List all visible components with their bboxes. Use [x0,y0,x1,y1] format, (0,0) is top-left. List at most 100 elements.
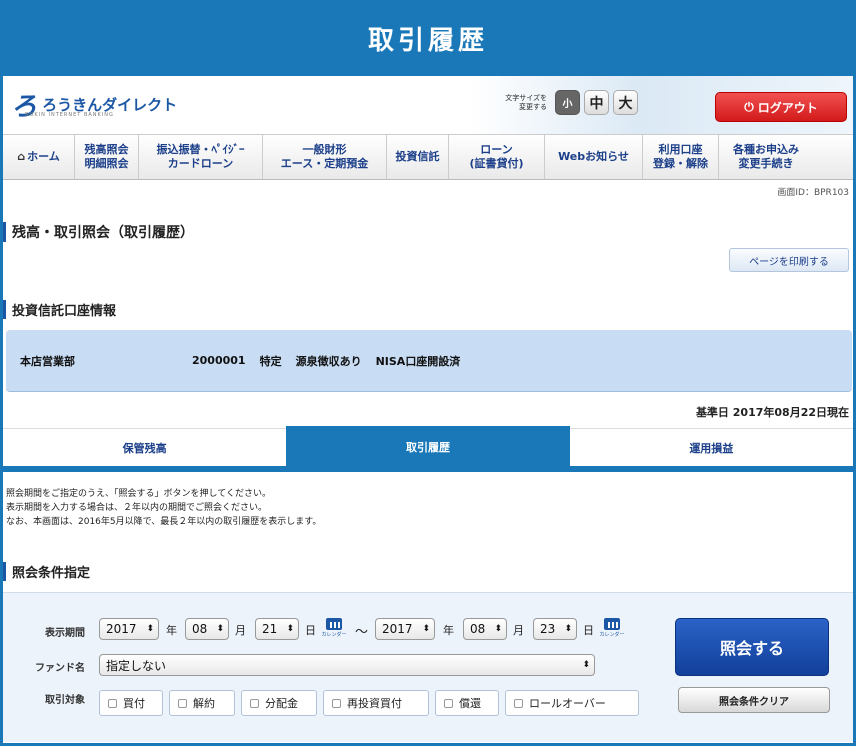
font-size-medium-button[interactable]: 中 [584,90,609,115]
nav-savings[interactable]: 一般財形 エース・定期預金 [263,135,387,179]
select-value: 23 [540,622,556,636]
nav-balance[interactable]: 残高照会 明細照会 [75,135,139,179]
select-arrow-icon: ⬍ [564,624,572,634]
checkbox-box [514,698,523,708]
nav-label: ホーム [27,150,60,163]
unit-month: 月 [513,624,524,637]
font-size-small-button[interactable]: 小 [555,90,580,115]
select-arrow-icon: ⬍ [582,660,590,670]
checkbox-box [444,698,453,708]
unit-day: 日 [583,624,594,637]
font-size-large-button[interactable]: 大 [613,90,638,115]
checkbox-label: 買付 [123,697,145,710]
tab-profit-loss[interactable]: 運用損益 [569,428,853,466]
screen-id: 画面ID：BPR103 [777,188,849,198]
target-checkbox-cancel[interactable]: 解約 [169,690,235,716]
calendar-caption: カレンダー [599,632,625,638]
nav-transfer[interactable]: 振込振替・ﾍﾟｲｼﾞｰ カードローン [139,135,263,179]
select-value: 08 [192,622,208,636]
condition-section-title: 照会条件指定 [3,562,90,581]
calendar-icon [604,618,620,630]
target-checkbox-reinvest[interactable]: 再投資買付 [323,690,429,716]
from-day-select[interactable]: 21 ⬍ [255,618,299,640]
checkbox-label: 分配金 [265,697,298,710]
nav-label: (証書貸付) [469,157,524,170]
account-number: 2000001 [192,354,246,367]
to-day-select[interactable]: 23 ⬍ [533,618,577,640]
nav-loan[interactable]: ローン (証書貸付) [449,135,545,179]
nav-applications[interactable]: 各種お申込み 変更手続き [719,135,813,179]
nav-account-registration[interactable]: 利用口座 登録・解除 [643,135,719,179]
select-arrow-icon: ⬍ [494,624,502,634]
account-branch: 本店営業部 [20,354,75,368]
fund-select[interactable]: 指定しない ⬍ [99,654,595,676]
checkbox-label: 償還 [459,697,481,710]
clear-conditions-button[interactable]: 照会条件クリア [678,687,830,713]
nav-label: ローン [480,143,513,156]
nav-label: 残高照会 [84,143,129,156]
period-separator: 〜 [355,625,369,640]
nav-label: エース・定期預金 [280,157,369,170]
from-year-select[interactable]: 2017 ⬍ [99,618,159,640]
nav-label: 変更手続き [738,157,794,170]
checkbox-box [250,698,259,708]
to-month-select[interactable]: 08 ⬍ [463,618,507,640]
from-month-select[interactable]: 08 ⬍ [185,618,229,640]
select-arrow-icon: ⬍ [286,624,294,634]
select-value: 2017 [106,622,137,636]
nav-web-notice[interactable]: Webお知らせ [545,135,643,179]
target-checkbox-purchase[interactable]: 買付 [99,690,163,716]
account-section-title: 投資信託口座情報 [3,300,116,319]
logout-label: ログアウト [757,100,818,115]
checkbox-label: 再投資買付 [347,697,402,710]
instruction-line: 表示期間を入力する場合は、２年以内の期間でご照会ください。 [6,503,268,513]
calendar-caption: カレンダー [321,632,347,638]
nav-label: 登録・解除 [653,157,708,170]
brand-row: ろ ろうきんダイレクト ROKIN INTERNET BANKING 文字サイズ… [3,76,853,134]
nav-label: 利用口座 [658,143,703,156]
instructions: 照会期間をご指定のうえ、「照会する」ボタンを押してください。 表示期間を入力する… [6,487,321,529]
tab-holdings[interactable]: 保管残高 [3,428,287,466]
base-date: 基準日 2017年08月22日現在 [695,406,849,419]
logout-button[interactable]: ⏻ ログアウト [715,92,847,122]
checkbox-box [108,698,117,708]
target-checkbox-dividend[interactable]: 分配金 [241,690,317,716]
main-nav: ⌂ ホーム 残高照会 明細照会 振込振替・ﾍﾟｲｼﾞｰ カードローン 一般財形 エース… [3,134,853,180]
font-size-label: 文字サイズを 変更する [485,94,547,112]
font-size-label-line1: 文字サイズを [505,93,547,102]
top-title: 取引履歴 [367,25,488,56]
home-icon: ⌂ [17,150,26,163]
to-year-select[interactable]: 2017 ⬍ [375,618,435,640]
unit-year: 年 [443,624,454,637]
search-button[interactable]: 照会する [675,618,829,676]
unit-day: 日 [305,624,316,637]
select-value: 08 [470,622,486,636]
select-value: 2017 [382,622,413,636]
checkbox-label: 解約 [193,697,215,710]
target-checkbox-rollover[interactable]: ロールオーバー [505,690,639,716]
tab-history[interactable]: 取引履歴 [286,426,570,466]
nav-label: 明細照会 [84,157,129,170]
nav-label: Webお知らせ [558,150,629,163]
nav-home[interactable]: ⌂ ホーム [3,135,75,179]
unit-year: 年 [166,624,177,637]
account-type: 特定 [259,354,282,368]
target-checkbox-redemption[interactable]: 償還 [435,690,499,716]
from-calendar-button[interactable]: カレンダー [321,618,347,644]
nav-investment[interactable]: 投資信託 [387,135,449,179]
calendar-icon [326,618,342,630]
target-label: 取引対象 [45,695,85,706]
logo-subtitle: ROKIN INTERNET BANKING [25,112,114,118]
print-button[interactable]: ページを印刷する [729,248,849,272]
select-arrow-icon: ⬍ [422,624,430,634]
nav-label: カードローン [167,157,234,170]
page-title: 残高・取引照会（取引履歴） [3,222,194,242]
tab-bar: 保管残高 取引履歴 運用損益 [3,426,853,472]
fund-label: ファンド名 [35,663,85,674]
nav-label: 一般財形 [302,143,347,156]
select-arrow-icon: ⬍ [216,624,224,634]
checkbox-box [332,698,341,708]
page-frame: 取引履歴 ろ ろうきんダイレクト ROKIN INTERNET BANKING … [0,0,856,746]
account-info-box: 本店営業部 2000001 特定 源泉徴収あり NISA口座開設済 [6,330,852,392]
to-calendar-button[interactable]: カレンダー [599,618,625,644]
